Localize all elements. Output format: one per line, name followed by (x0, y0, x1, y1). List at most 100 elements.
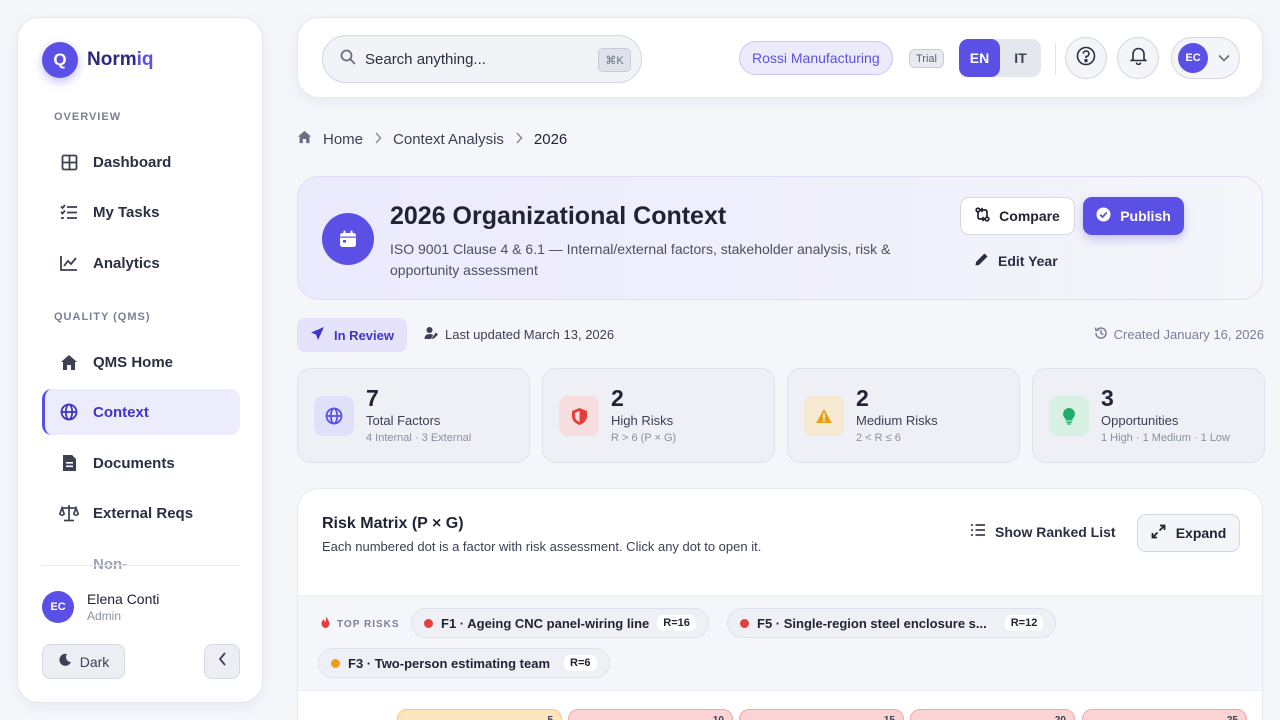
stat-label: Opportunities (1101, 413, 1179, 428)
chevron-right-icon (374, 131, 382, 148)
scale-icon (59, 503, 79, 523)
stat-value: 2 (856, 385, 869, 411)
sidebar-item-label: Analytics (93, 254, 160, 272)
sidebar-item-my-tasks[interactable]: My Tasks (42, 189, 240, 235)
user-role: Admin (87, 609, 122, 623)
chevron-down-icon (1218, 49, 1230, 67)
avatar: EC (1178, 43, 1208, 73)
sidebar-item-label: My Tasks (93, 203, 160, 221)
show-ranked-list-button[interactable]: Show Ranked List (970, 523, 1116, 540)
context-header: 2026 Organizational Context ISO 9001 Cla… (297, 176, 1263, 300)
history-icon (1094, 326, 1108, 343)
stat-sub: 2 < R ≤ 6 (856, 432, 901, 444)
placeholder-icon (59, 556, 79, 576)
compare-label: Compare (999, 208, 1060, 224)
breadcrumb-home[interactable]: Home (323, 131, 363, 148)
chevron-right-icon (515, 131, 523, 148)
home-icon (297, 130, 312, 148)
sidebar-item-context[interactable]: Context (42, 389, 240, 435)
matrix-cell[interactable]: 15 (739, 709, 904, 720)
help-icon (1076, 46, 1096, 71)
lightbulb-icon (1049, 396, 1089, 436)
risk-score-badge: R=12 (1004, 615, 1044, 631)
sidebar-item-non[interactable]: Non- (42, 556, 240, 576)
stat-label: Medium Risks (856, 413, 938, 428)
home-icon (59, 352, 79, 372)
sidebar-user[interactable]: EC Elena Conti Admin (42, 591, 159, 623)
risk-dot-icon (740, 618, 749, 628)
stat-card-opportunities[interactable]: 3 Opportunities 1 High · 1 Medium · 1 Lo… (1032, 368, 1265, 463)
sidebar-item-label: Context (93, 403, 149, 421)
expand-button[interactable]: Expand (1137, 514, 1240, 552)
top-risks-label: TOP RISKS (320, 616, 400, 632)
page-title: 2026 Organizational Context (390, 202, 727, 230)
sidebar-item-documents[interactable]: Documents (42, 440, 240, 486)
language-en[interactable]: EN (959, 39, 1000, 77)
stat-value: 3 (1101, 385, 1114, 411)
breadcrumb-context-analysis[interactable]: Context Analysis (393, 131, 504, 148)
sidebar-item-external-reqs[interactable]: External Reqs (42, 490, 240, 536)
risk-matrix-card: Risk Matrix (P × G) Each numbered dot is… (297, 488, 1263, 720)
user-name: Elena Conti (87, 591, 160, 607)
top-risks-label-text: TOP RISKS (337, 618, 400, 630)
moon-icon (58, 653, 72, 670)
top-risk-chip[interactable]: F3 · Two-person estimating team R=6 (318, 648, 610, 678)
bell-icon (1129, 46, 1147, 70)
status-badge: In Review (297, 318, 407, 352)
document-icon (59, 453, 79, 473)
stat-sub: 1 High · 1 Medium · 1 Low (1101, 432, 1230, 444)
sidebar-item-label: External Reqs (93, 504, 194, 522)
org-switcher[interactable]: Rossi Manufacturing (739, 41, 893, 75)
topbar-divider (1055, 43, 1056, 75)
brand[interactable]: Q Normiq (42, 42, 154, 78)
warning-icon (804, 396, 844, 436)
edit-year-button[interactable]: Edit Year (974, 252, 1058, 270)
sidebar-item-analytics[interactable]: Analytics (42, 240, 240, 286)
status-label: In Review (334, 327, 394, 343)
calendar-icon (322, 213, 374, 265)
breadcrumb: Home Context Analysis 2026 (297, 130, 567, 148)
topbar: Search anything... ⌘K Rossi Manufacturin… (297, 17, 1263, 98)
risk-score-badge: R=16 (657, 615, 696, 631)
shield-icon (559, 396, 599, 436)
breadcrumb-current: 2026 (533, 130, 568, 148)
stat-value: 2 (611, 385, 624, 411)
matrix-cell[interactable]: 20 (910, 709, 1075, 720)
page-subtitle: ISO 9001 Clause 4 & 6.1 — Internal/exter… (390, 241, 891, 278)
stat-sub: 4 Internal · 3 External (366, 432, 472, 444)
stat-value: 7 (366, 385, 379, 411)
stat-card-total-factors[interactable]: 7 Total Factors 4 Internal · 3 External (297, 368, 530, 463)
created-date: Created January 16, 2026 (1094, 326, 1264, 343)
task-list-icon (59, 202, 79, 222)
sidebar-divider (42, 565, 240, 566)
notifications-button[interactable] (1117, 37, 1159, 79)
stat-card-high-risks[interactable]: 2 High Risks R > 6 (P × G) (542, 368, 775, 463)
check-circle-icon (1096, 207, 1111, 225)
plan-badge: Trial (909, 49, 944, 68)
search-shortcut: ⌘K (598, 48, 631, 72)
top-risk-chip[interactable]: F1 · Ageing CNC panel-wiring line R=16 (411, 608, 709, 638)
matrix-cell[interactable]: 5 (397, 709, 562, 720)
matrix-cell[interactable]: 10 (568, 709, 733, 720)
avatar: EC (42, 591, 74, 623)
last-updated: Last updated March 13, 2026 (424, 326, 614, 343)
top-risk-chip[interactable]: F5 · Single-region steel enclosure s... … (727, 608, 1057, 638)
top-risks-strip: TOP RISKS F1 · Ageing CNC panel-wiring l… (298, 595, 1262, 691)
language-it[interactable]: IT (1000, 39, 1041, 77)
matrix-cell[interactable]: 25 (1082, 709, 1247, 720)
sidebar-item-label: Dashboard (93, 153, 172, 171)
help-button[interactable] (1065, 37, 1107, 79)
publish-button[interactable]: Publish (1083, 197, 1184, 235)
user-menu-button[interactable]: EC (1171, 37, 1240, 79)
stat-card-medium-risks[interactable]: 2 Medium Risks 2 < R ≤ 6 (787, 368, 1020, 463)
search-input[interactable]: Search anything... ⌘K (322, 35, 642, 83)
top-risk-label: F3 · Two-person estimating team (348, 655, 551, 671)
expand-label: Expand (1175, 525, 1227, 541)
sidebar-item-dashboard[interactable]: Dashboard (42, 139, 240, 185)
compare-button[interactable]: Compare (960, 197, 1075, 235)
dark-mode-button[interactable]: Dark (42, 644, 125, 679)
section-label-quality: QUALITY (QMS) (54, 311, 151, 323)
collapse-sidebar-button[interactable] (204, 644, 240, 679)
sidebar-item-qms-home[interactable]: QMS Home (42, 339, 240, 385)
risk-matrix-subtitle: Each numbered dot is a factor with risk … (322, 539, 762, 554)
